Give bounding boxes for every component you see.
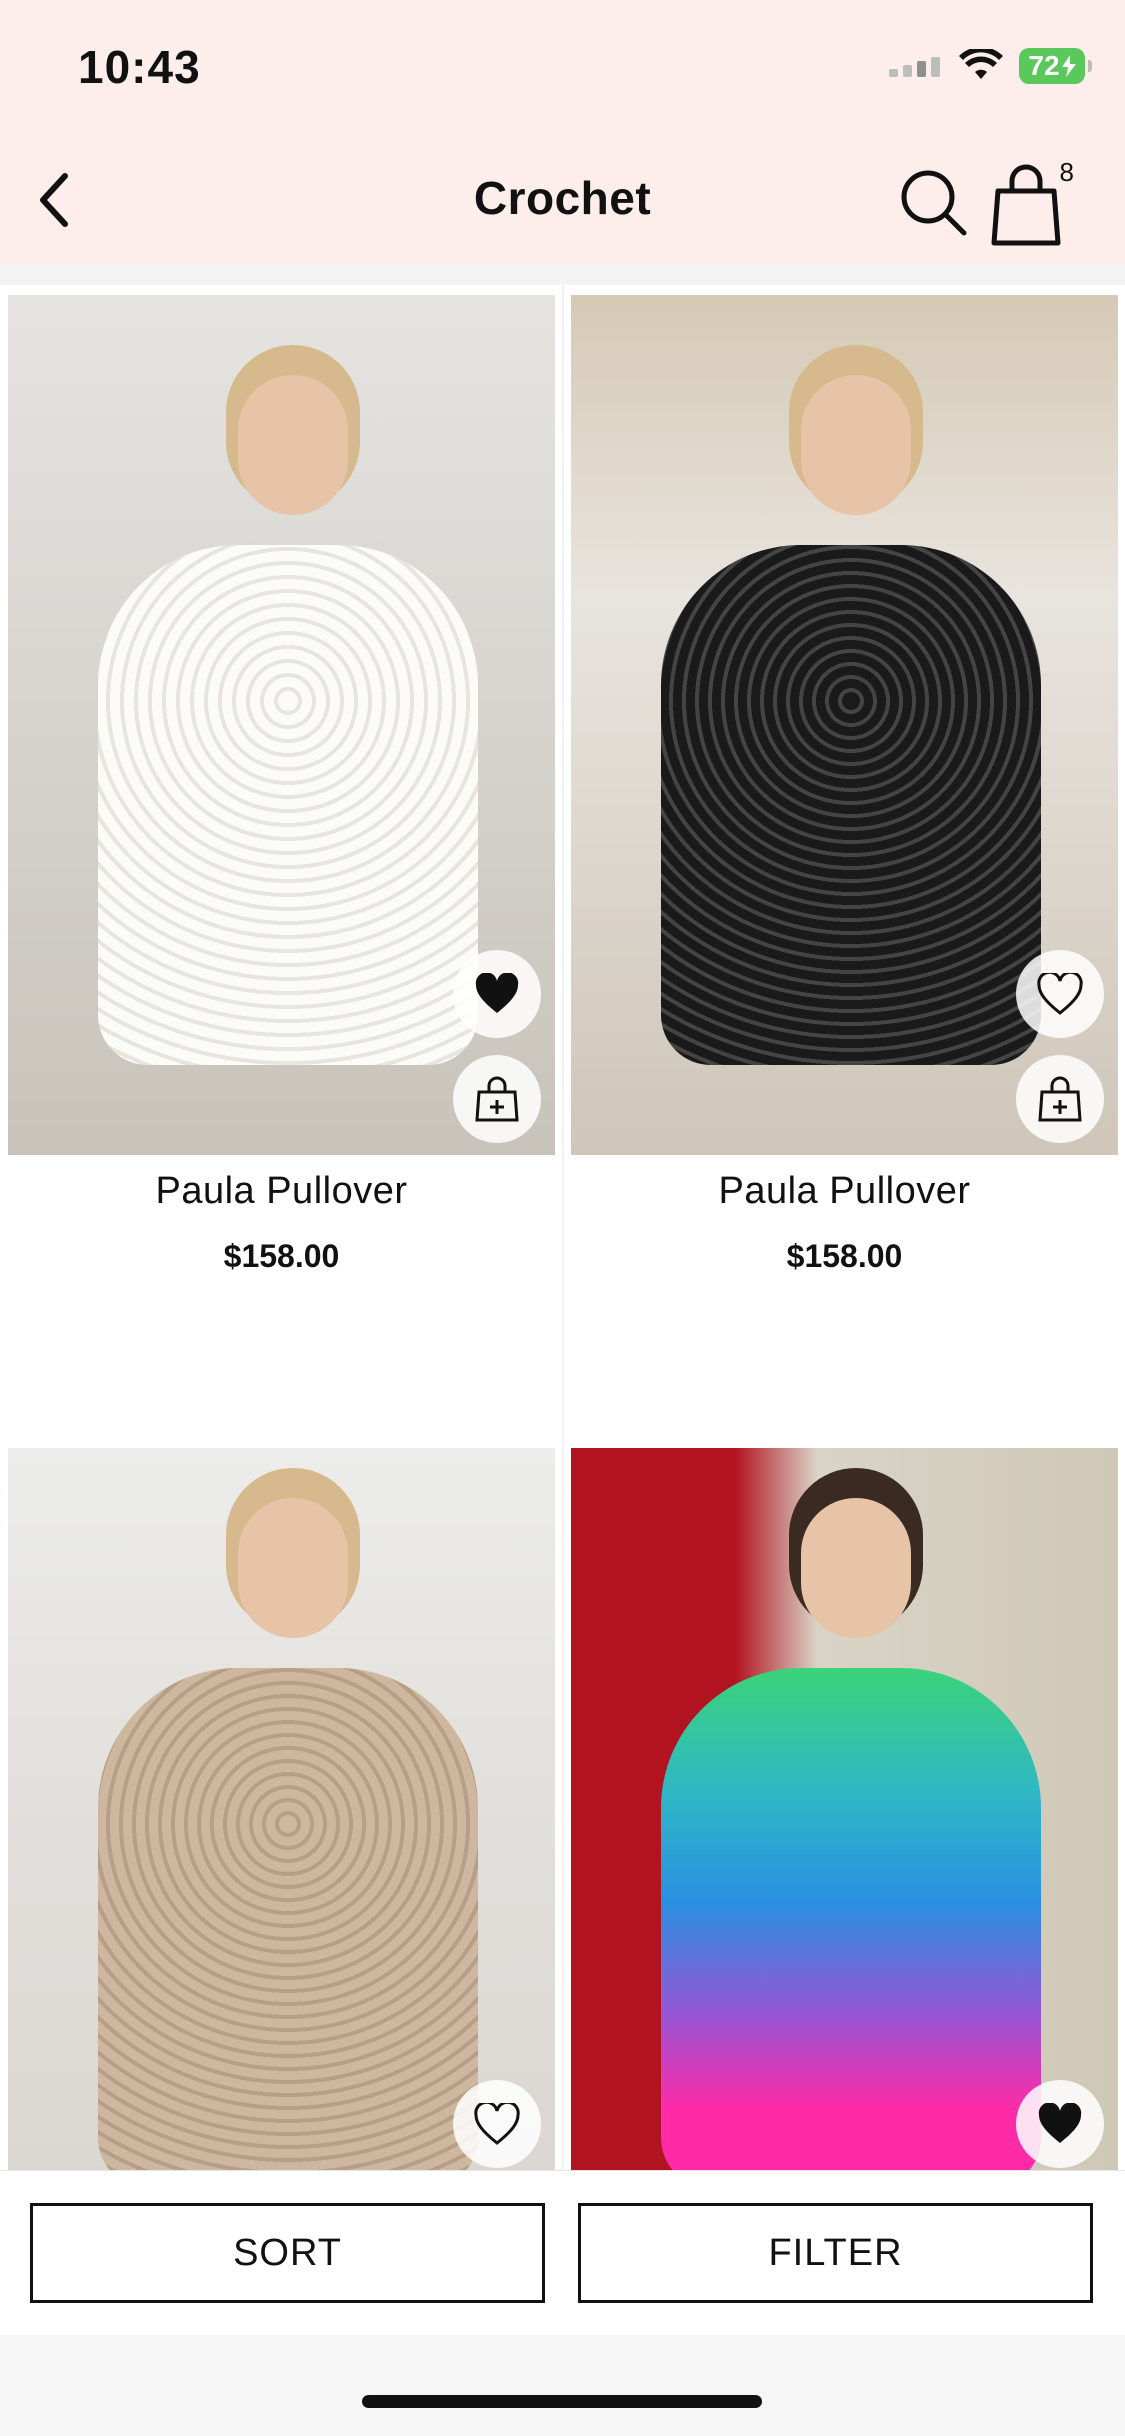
status-icons: 72 bbox=[889, 48, 1092, 84]
header-separator bbox=[0, 265, 1125, 285]
cart-count-badge: 8 bbox=[1059, 157, 1074, 187]
wishlist-button[interactable] bbox=[453, 2080, 541, 2168]
heart-filled-icon bbox=[475, 973, 519, 1013]
add-to-bag-button[interactable] bbox=[1016, 1055, 1104, 1143]
status-bar: 10:43 72 bbox=[0, 0, 1125, 135]
status-time: 10:43 bbox=[78, 41, 201, 93]
product-image[interactable] bbox=[8, 1448, 555, 2170]
bag-plus-icon bbox=[475, 1076, 519, 1122]
model-head bbox=[238, 1498, 348, 1638]
signal-icon bbox=[889, 57, 940, 77]
product-price: $158.00 bbox=[223, 1238, 340, 1274]
search-icon bbox=[901, 170, 967, 236]
filter-button[interactable]: FILTER bbox=[578, 2203, 1093, 2303]
product-image[interactable] bbox=[571, 1448, 1118, 2170]
product-garment bbox=[661, 1668, 1041, 2170]
product-name[interactable]: Paula Pullover bbox=[8, 1170, 555, 1213]
product-name[interactable]: Paula Pullover bbox=[571, 1170, 1118, 1213]
wifi-icon bbox=[959, 49, 1003, 79]
product-price: $158.00 bbox=[786, 1238, 903, 1274]
product-card[interactable]: Paula Pullover $158.00 bbox=[571, 295, 1118, 1430]
search-button[interactable] bbox=[896, 165, 972, 241]
battery-icon: 72 bbox=[1019, 48, 1092, 84]
heart-filled-icon bbox=[1038, 2103, 1082, 2143]
product-grid: Paula Pullover $158.00 Paula Pullover $1… bbox=[0, 285, 1125, 2170]
sort-button[interactable]: SORT bbox=[30, 2203, 545, 2303]
wishlist-button[interactable] bbox=[1016, 2080, 1104, 2168]
product-garment bbox=[98, 545, 478, 1065]
product-garment bbox=[661, 545, 1041, 1065]
product-card[interactable]: Paula Pullover $158.00 bbox=[8, 295, 555, 1430]
home-indicator[interactable] bbox=[362, 2395, 762, 2408]
wishlist-button[interactable] bbox=[1016, 950, 1104, 1038]
heart-outline-icon bbox=[1037, 973, 1083, 1015]
wishlist-button[interactable] bbox=[453, 950, 541, 1038]
product-card[interactable] bbox=[8, 1448, 555, 2170]
product-garment bbox=[98, 1668, 478, 2170]
product-card[interactable] bbox=[571, 1448, 1118, 2170]
bag-plus-icon bbox=[1038, 1076, 1082, 1122]
product-image[interactable] bbox=[8, 295, 555, 1155]
model-head bbox=[801, 375, 911, 515]
heart-outline-icon bbox=[474, 2103, 520, 2145]
model-head bbox=[238, 375, 348, 515]
sort-filter-bar: SORT FILTER bbox=[0, 2170, 1125, 2337]
cart-button[interactable]: 8 bbox=[990, 157, 1074, 247]
model-head bbox=[801, 1498, 911, 1638]
nav-bar: Crochet 8 bbox=[0, 135, 1125, 265]
battery-level: 72 bbox=[1028, 50, 1060, 81]
add-to-bag-button[interactable] bbox=[453, 1055, 541, 1143]
column-divider bbox=[562, 285, 564, 2170]
product-image[interactable] bbox=[571, 295, 1118, 1155]
home-indicator-area bbox=[0, 2335, 1125, 2436]
